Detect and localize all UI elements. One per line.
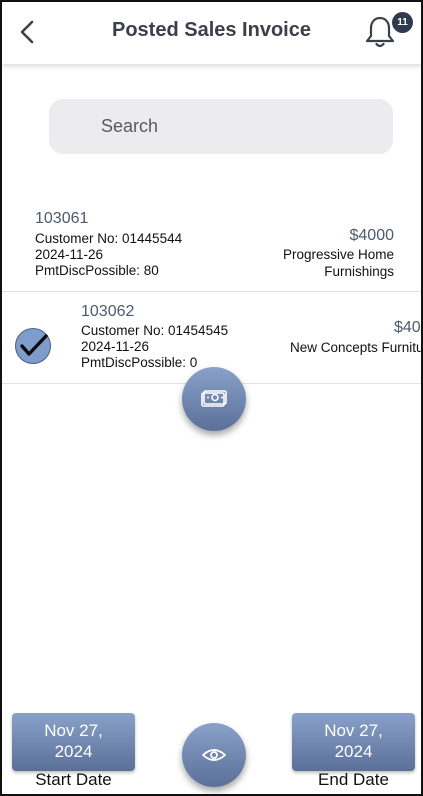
customer-name-line2: Furnishings — [324, 264, 394, 279]
customer-number: Customer No: 01454545 — [81, 323, 229, 338]
invoice-amount: $40 — [394, 319, 421, 336]
end-date-label: End Date — [318, 770, 389, 789]
customer-number: Customer No: 01445544 — [35, 231, 183, 246]
end-date-button[interactable]: Nov 27, 2024 — [292, 713, 415, 771]
customer-name-line1: New Concepts Furnitu — [290, 340, 423, 355]
pay-button[interactable] — [182, 367, 246, 431]
invoice-number: 103061 — [35, 210, 89, 227]
invoice-date: 2024-11-26 — [81, 339, 150, 354]
selected-checkbox[interactable] — [15, 328, 51, 364]
checkmark-icon — [20, 334, 48, 356]
app-screen: Posted Sales Invoice 11 103061 Customer … — [0, 0, 423, 796]
start-date-button[interactable]: Nov 27, 2024 — [12, 713, 135, 771]
cash-icon — [201, 390, 227, 407]
search-input[interactable] — [49, 99, 393, 154]
start-date-line1: Nov 27, — [44, 721, 103, 740]
start-date-label: Start Date — [35, 770, 112, 789]
invoice-amount: $4000 — [349, 227, 395, 244]
end-date-line1: Nov 27, — [324, 721, 383, 740]
app-header: Posted Sales Invoice 11 — [2, 2, 421, 64]
payment-discount: PmtDiscPossible: 0 — [81, 355, 198, 370]
view-button[interactable] — [182, 723, 246, 787]
start-date-line2: 2024 — [54, 742, 93, 761]
customer-name-line1: Progressive Home — [282, 247, 394, 262]
eye-icon — [202, 749, 226, 761]
notification-badge: 11 — [392, 12, 413, 33]
payment-discount: PmtDiscPossible: 80 — [35, 263, 159, 278]
bell-icon[interactable] — [364, 14, 396, 50]
page-title: Posted Sales Invoice — [112, 19, 311, 41]
end-date-line2: 2024 — [334, 742, 373, 761]
invoice-row[interactable]: 103061 Customer No: 01445544 2024-11-26 … — [2, 200, 421, 292]
invoice-number: 103062 — [81, 303, 135, 320]
invoice-date: 2024-11-26 — [35, 247, 104, 262]
